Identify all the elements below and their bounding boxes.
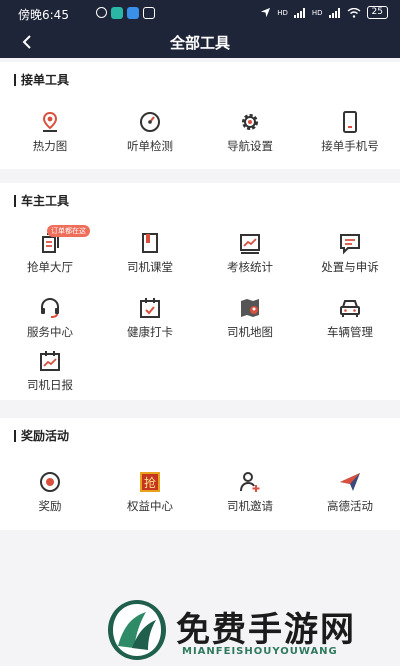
section-title: 接单工具 xyxy=(14,74,69,86)
app-notification-icon xyxy=(111,7,123,19)
tool-label: 处置与申诉 xyxy=(321,260,379,274)
status-right: HD HD 25 xyxy=(260,6,388,19)
nav-bar: 全部工具 xyxy=(0,26,400,58)
tool-order-phone[interactable]: 接单手机号 xyxy=(300,110,400,154)
tool-label: 导航设置 xyxy=(227,139,273,153)
book-icon xyxy=(142,233,158,253)
driver-map-icon xyxy=(241,299,259,317)
tool-label: 热力图 xyxy=(32,139,68,153)
wifi-icon xyxy=(347,7,360,18)
tool-driver-daily[interactable]: 司机日报 xyxy=(0,349,100,393)
tool-label: 听单检测 xyxy=(127,139,173,153)
status-badge: 订单都在这 xyxy=(47,225,90,237)
tool-label: 抢单大厅 xyxy=(27,260,73,274)
tool-heatmap[interactable]: 热力图 xyxy=(0,110,100,154)
tool-reward[interactable]: 奖励 xyxy=(0,470,100,514)
tool-disposal-appeal[interactable]: 处置与申诉 xyxy=(300,231,400,275)
grab-badge-text: 抢 xyxy=(144,475,156,490)
invite-user-icon xyxy=(240,472,260,492)
car-icon xyxy=(340,300,360,317)
tool-label: 奖励 xyxy=(38,499,62,513)
phone-icon xyxy=(343,111,357,133)
section-order-tools: 接单工具 热力图 听单检测 导航设置 接单手机号 xyxy=(0,62,400,169)
signal-icon xyxy=(293,7,305,18)
alarm-icon xyxy=(96,7,107,18)
tool-label: 司机邀请 xyxy=(227,499,273,513)
paper-plane-icon xyxy=(340,473,360,491)
tool-label: 健康打卡 xyxy=(127,325,173,339)
tool-health-checkin[interactable]: 健康打卡 xyxy=(100,296,200,340)
status-time: 傍晚6:45 xyxy=(18,8,69,22)
tool-label: 高德活动 xyxy=(327,499,373,513)
grab-badge-icon: 抢 xyxy=(140,472,160,492)
tool-label: 司机日报 xyxy=(27,378,73,392)
tool-service-center[interactable]: 服务中心 xyxy=(0,296,100,340)
battery-indicator: 25 xyxy=(366,6,388,19)
tool-assessment-stats[interactable]: 考核统计 xyxy=(200,231,300,275)
tool-label: 司机地图 xyxy=(227,325,273,339)
chart-icon xyxy=(240,234,260,254)
tool-amap-activities[interactable]: 高德活动 xyxy=(300,470,400,514)
location-icon xyxy=(261,7,271,18)
tool-navigation-settings[interactable]: 导航设置 xyxy=(200,110,300,154)
watermark: 免费手游网 MIANFEISHOUYOUWANG xyxy=(104,598,394,662)
message-icon xyxy=(340,234,360,255)
app-notification-icon xyxy=(127,7,139,19)
tool-listen-check[interactable]: 听单检测 xyxy=(100,110,200,154)
network-2-label: HD xyxy=(311,8,323,17)
tool-label: 权益中心 xyxy=(127,499,173,513)
section-driver-tools: 车主工具 订单都在这 抢单大厅 司机课堂 考核统计 处置与申诉 服务中心 健康打… xyxy=(0,183,400,400)
tool-driver-invite[interactable]: 司机邀请 xyxy=(200,470,300,514)
status-app-icons xyxy=(96,7,155,19)
tool-driver-class[interactable]: 司机课堂 xyxy=(100,231,200,275)
tool-vehicle-management[interactable]: 车辆管理 xyxy=(300,296,400,340)
map-pin-icon xyxy=(42,111,58,132)
section-reward-activities: 奖励活动 奖励 抢 权益中心 司机邀请 高德活动 xyxy=(0,418,400,530)
tool-label: 考核统计 xyxy=(227,260,273,274)
network-1-label: HD xyxy=(277,8,288,17)
watermark-subtitle: MIANFEISHOUYOUWANG xyxy=(182,646,338,657)
watermark-title: 免费手游网 xyxy=(176,610,356,650)
page-title: 全部工具 xyxy=(169,34,230,52)
tool-label: 司机课堂 xyxy=(127,260,173,274)
watermark-logo-icon xyxy=(108,600,166,660)
app-notification-icon xyxy=(143,7,155,19)
tool-driver-map[interactable]: 司机地图 xyxy=(200,296,300,340)
target-icon xyxy=(40,472,60,492)
section-title: 奖励活动 xyxy=(14,430,69,442)
tool-label: 接单手机号 xyxy=(321,139,379,153)
signal-icon xyxy=(328,7,340,18)
gear-icon xyxy=(242,114,258,130)
tool-label: 车辆管理 xyxy=(327,325,373,339)
tool-grab-hall[interactable]: 订单都在这 抢单大厅 xyxy=(0,225,100,275)
status-bar: 傍晚6:45 HD HD 25 xyxy=(0,0,400,26)
tool-label: 服务中心 xyxy=(27,325,73,339)
calendar-check-icon xyxy=(140,298,160,318)
section-title: 车主工具 xyxy=(14,195,69,207)
headset-icon xyxy=(41,297,59,318)
tool-benefits-center[interactable]: 抢 权益中心 xyxy=(100,470,200,514)
gauge-icon xyxy=(140,112,160,132)
header: 傍晚6:45 HD HD 25 全部工具 xyxy=(0,0,400,58)
daily-report-icon xyxy=(40,351,60,371)
